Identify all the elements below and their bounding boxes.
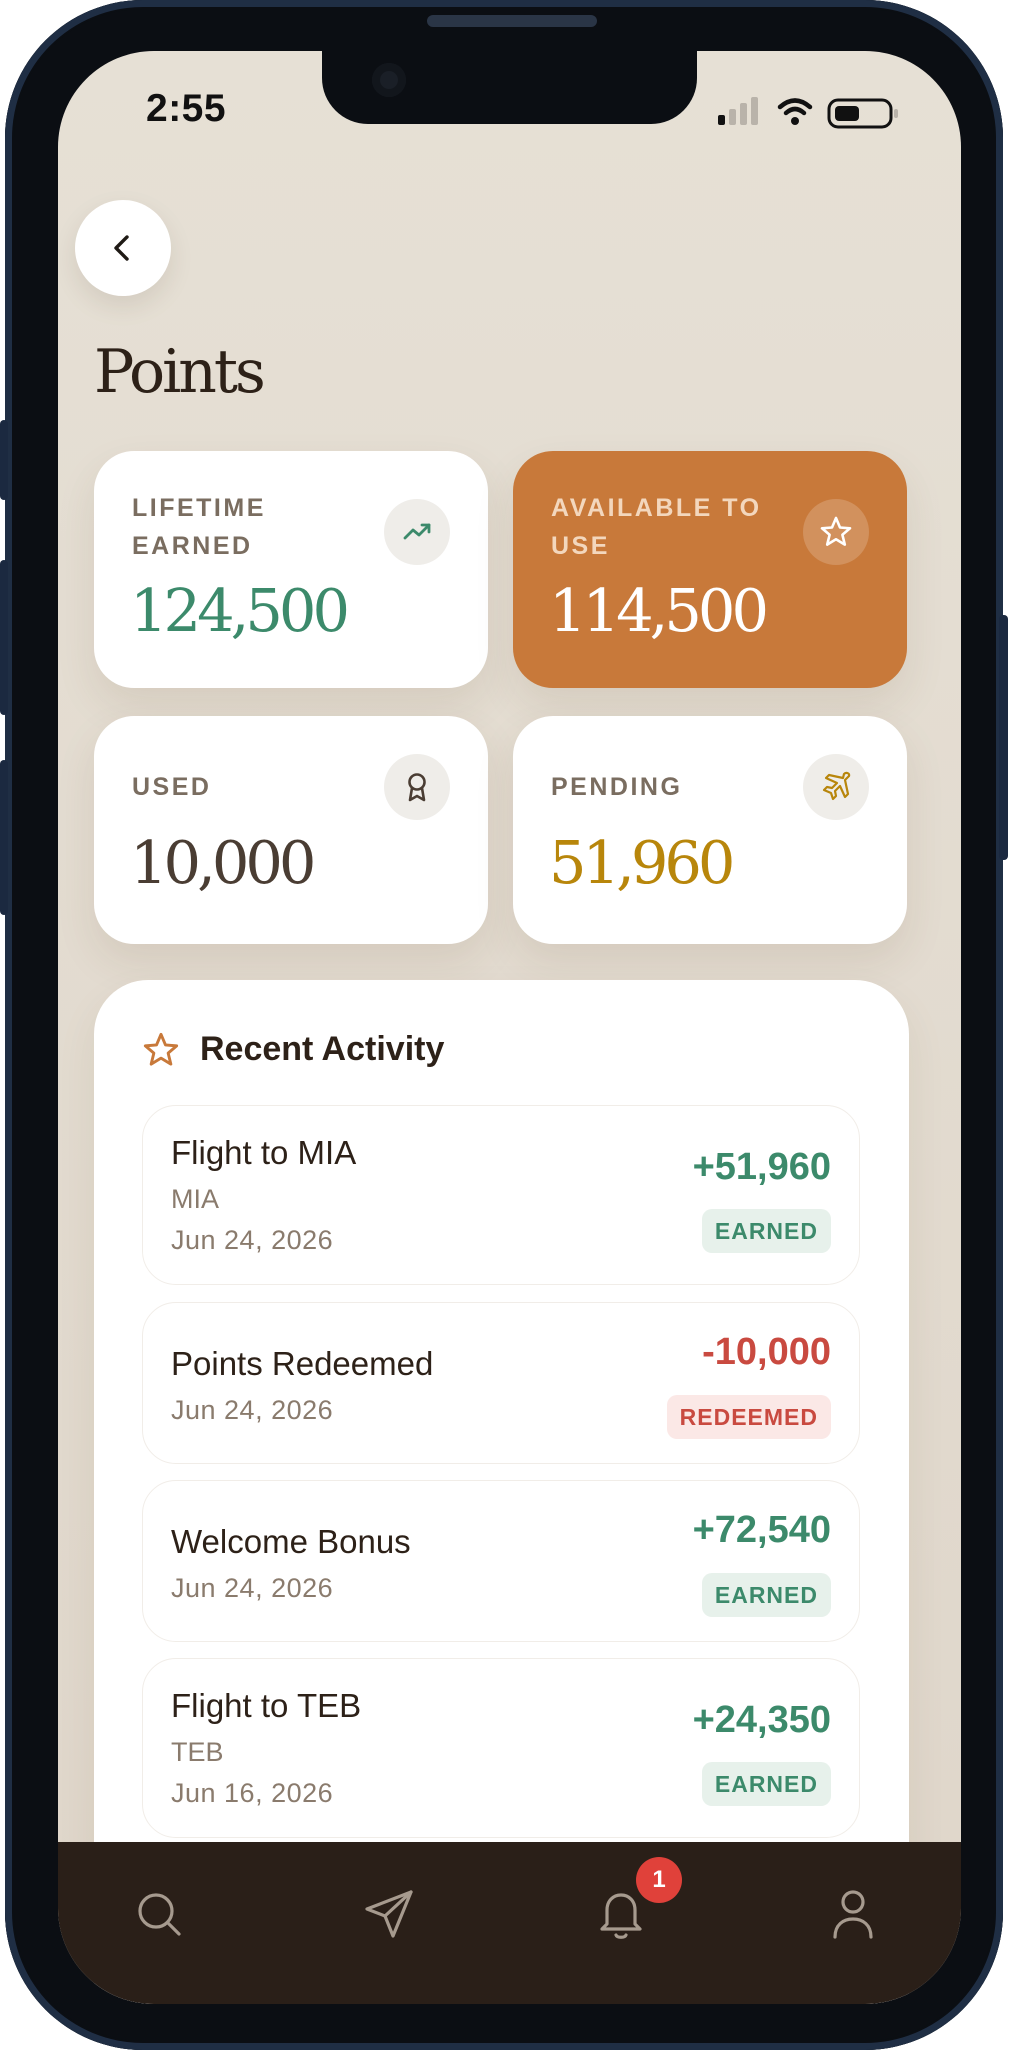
- lifetime-earned-label: LIFETIME EARNED: [132, 494, 266, 560]
- available-to-use-value: 114,500: [549, 576, 769, 645]
- trending-up-icon: [384, 499, 450, 565]
- recent-activity-title: Recent Activity: [200, 1030, 445, 1068]
- pending-value: 51,960: [549, 828, 735, 897]
- status-badge: EARNED: [701, 1573, 831, 1617]
- notification-badge: 1: [636, 1857, 682, 1903]
- power-button: [999, 615, 1008, 860]
- activity-item-sub: MIA: [171, 1184, 220, 1214]
- activity-item[interactable]: Points Redeemed Jun 24, 2026 -10,000 RED…: [142, 1302, 860, 1464]
- activity-item-name: Flight to TEB: [171, 1687, 362, 1724]
- speaker-grille: [427, 15, 597, 27]
- activity-item-date: Jun 24, 2026: [171, 1573, 334, 1603]
- status-icons: [718, 95, 908, 129]
- status-time: 2:55: [146, 87, 227, 130]
- battery-icon: [827, 98, 898, 129]
- pending-label: PENDING: [551, 773, 683, 801]
- phone-frame: 2:55 Points LIFETIME EARNED 124,500 AVAI…: [0, 0, 1008, 2050]
- search-icon: [138, 1893, 181, 1936]
- star-icon: [803, 499, 869, 565]
- volume-down-button: [0, 760, 8, 915]
- activity-item-sub: TEB: [171, 1737, 224, 1767]
- page-title: Points: [94, 337, 266, 407]
- activity-item-name: Points Redeemed: [171, 1345, 434, 1382]
- back-button[interactable]: [75, 200, 171, 296]
- wifi-icon: [777, 98, 813, 125]
- signal-icon: [718, 97, 758, 125]
- camera: [372, 63, 406, 97]
- status-badge: EARNED: [701, 1209, 831, 1253]
- volume-up-button: [0, 560, 8, 715]
- award-icon: [384, 754, 450, 820]
- lifetime-earned-card: LIFETIME EARNED 124,500: [94, 451, 488, 688]
- available-to-use-card: AVAILABLE TO USE 114,500: [513, 451, 907, 688]
- activity-item-amount: +51,960: [692, 1146, 831, 1188]
- activity-item-amount: -10,000: [702, 1331, 831, 1373]
- tab-profile[interactable]: [821, 1882, 885, 1946]
- used-label: USED: [132, 773, 212, 801]
- available-to-use-label: AVAILABLE TO USE: [551, 494, 762, 560]
- tab-bar: 1: [58, 1842, 961, 2004]
- recent-activity-header: Recent Activity: [142, 1030, 444, 1069]
- bell-icon: [600, 1893, 642, 1939]
- activity-item[interactable]: Flight to TEB TEB Jun 16, 2026 +24,350 E…: [142, 1658, 860, 1838]
- tab-send[interactable]: [357, 1882, 421, 1946]
- screen: 2:55 Points LIFETIME EARNED 124,500 AVAI…: [58, 51, 961, 2004]
- activity-item-amount: +72,540: [692, 1509, 831, 1551]
- pending-card: PENDING 51,960: [513, 716, 907, 944]
- tab-search[interactable]: [127, 1882, 191, 1946]
- star-outline-icon: [143, 1032, 179, 1066]
- activity-item-date: Jun 24, 2026: [171, 1395, 334, 1425]
- activity-item[interactable]: Flight to MIA MIA Jun 24, 2026 +51,960 E…: [142, 1105, 860, 1285]
- send-icon: [365, 1890, 413, 1938]
- activity-item-date: Jun 24, 2026: [171, 1225, 334, 1255]
- notch: [322, 51, 697, 124]
- plane-icon: [803, 754, 869, 820]
- lifetime-earned-value: 124,500: [130, 576, 350, 645]
- activity-item-date: Jun 16, 2026: [171, 1778, 334, 1808]
- activity-item-name: Welcome Bonus: [171, 1523, 411, 1560]
- status-badge: EARNED: [701, 1762, 831, 1806]
- user-icon: [833, 1890, 873, 1939]
- chevron-left-icon: [114, 235, 129, 261]
- used-card: USED 10,000: [94, 716, 488, 944]
- activity-item-amount: +24,350: [692, 1699, 831, 1741]
- mute-switch: [0, 420, 8, 500]
- activity-item[interactable]: Welcome Bonus Jun 24, 2026 +72,540 EARNE…: [142, 1480, 860, 1642]
- used-value: 10,000: [130, 828, 316, 897]
- activity-item-name: Flight to MIA: [171, 1134, 357, 1171]
- status-badge: REDEEMED: [666, 1395, 831, 1439]
